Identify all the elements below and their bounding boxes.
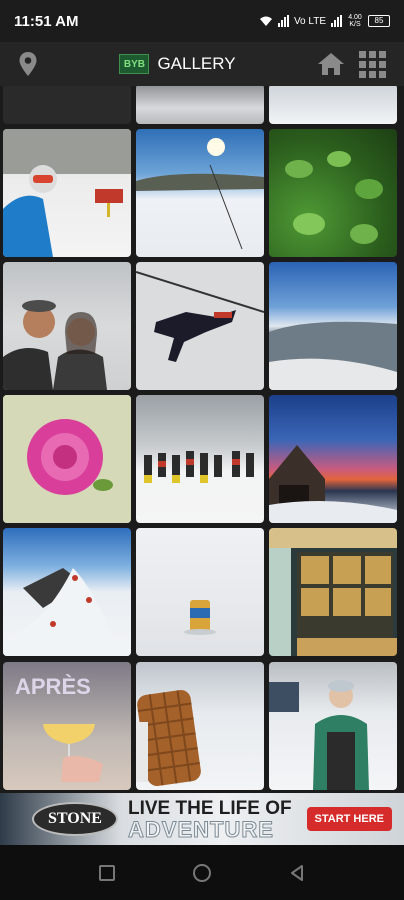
- green-leaves-photo[interactable]: [269, 129, 397, 257]
- valley-illustration: [269, 321, 397, 390]
- ski-slope-sun-photo[interactable]: [136, 129, 264, 257]
- ski-lift-rider-photo[interactable]: [136, 262, 264, 390]
- couple-illustration: [3, 300, 107, 390]
- system-nav-bar: [0, 845, 404, 900]
- partial-ski-lift-photo[interactable]: [136, 86, 264, 124]
- can-in-snow-photo[interactable]: [136, 528, 264, 656]
- back-icon[interactable]: [287, 863, 307, 883]
- waffle-photo[interactable]: [136, 662, 264, 790]
- app-logo: BYB: [119, 54, 150, 74]
- brand: BYB GALLERY: [119, 54, 236, 74]
- apres-cocktail-photo[interactable]: APRÈS: [3, 662, 131, 790]
- ad-headline: LIVE THE LIFE OF: [128, 798, 292, 819]
- svg-text:APRÈS: APRÈS: [15, 674, 91, 699]
- covered-bridge-sunset-photo[interactable]: [269, 395, 397, 523]
- page-title: GALLERY: [157, 54, 236, 73]
- leaves-illustration: [285, 151, 383, 244]
- bridge-illustration: [269, 445, 397, 523]
- recents-icon[interactable]: [97, 863, 117, 883]
- can-illustration: [184, 600, 216, 635]
- slide-illustration: [3, 568, 131, 656]
- couple-selfie-photo[interactable]: [3, 262, 131, 390]
- photo-gallery[interactable]: APRÈS: [0, 86, 404, 793]
- mountain-valley-view-photo[interactable]: [269, 262, 397, 390]
- battery-icon: 85: [368, 15, 390, 27]
- app-bar: BYB GALLERY: [0, 42, 404, 86]
- ad-banner[interactable]: STONE LIVE THE LIFE OF ADVENTURE START H…: [0, 793, 404, 845]
- location-pin-icon[interactable]: [18, 51, 38, 77]
- lodge-window-photo[interactable]: [269, 528, 397, 656]
- skier-illustration: [3, 129, 131, 257]
- ad-logo: STONE: [32, 802, 118, 836]
- kids-illustration: [144, 451, 254, 483]
- app-bar-actions: [317, 50, 386, 78]
- partial-dark-photo[interactable]: [3, 86, 131, 124]
- grid-menu-icon[interactable]: [359, 50, 386, 78]
- home-button-icon[interactable]: [191, 862, 213, 884]
- ad-start-here-button[interactable]: START HERE: [306, 807, 392, 831]
- ad-text: LIVE THE LIFE OF ADVENTURE: [128, 798, 307, 842]
- partial-snow-photo[interactable]: [269, 86, 397, 124]
- ad-subheadline: ADVENTURE: [128, 817, 274, 842]
- wifi-icon: [259, 16, 272, 26]
- home-icon[interactable]: [317, 52, 345, 76]
- lift-rider-illustration: [136, 271, 264, 362]
- network-label: Vo LTE: [293, 15, 326, 27]
- snow-slide-photo[interactable]: [3, 528, 131, 656]
- flower-illustration: [3, 395, 131, 523]
- signal-icon: [277, 15, 289, 27]
- window-illustration: [269, 528, 397, 656]
- skier-blue-jacket-photo[interactable]: [3, 129, 131, 257]
- slope-illustration: [136, 138, 264, 250]
- speed-label: 4.00 K/S: [348, 14, 362, 28]
- woman-in-snow-photo[interactable]: [269, 662, 397, 790]
- signal-icon-2: [331, 15, 342, 27]
- cocktail-illustration: APRÈS: [15, 674, 103, 782]
- status-icons: Vo LTE 4.00 K/S 85: [259, 14, 390, 28]
- status-time: 11:51 AM: [14, 12, 79, 30]
- woman-illustration: [269, 680, 369, 790]
- kids-ski-class-photo[interactable]: [136, 395, 264, 523]
- waffle-illustration: [136, 689, 201, 787]
- status-bar: 11:51 AM Vo LTE 4.00 K/S 85: [0, 0, 404, 42]
- pink-flower-cake-photo[interactable]: [3, 395, 131, 523]
